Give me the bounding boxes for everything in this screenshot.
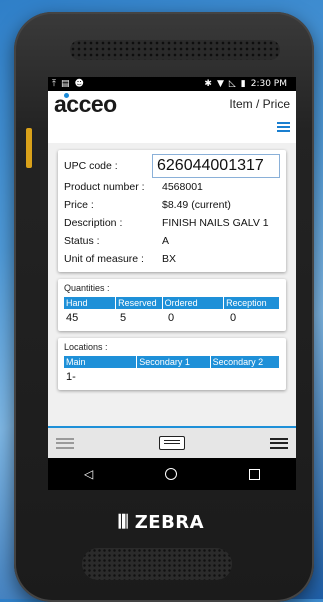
ordered-value: 0 xyxy=(168,312,175,324)
home-icon[interactable] xyxy=(165,468,178,480)
unit-label: Unit of measure : xyxy=(64,253,144,265)
status-label: Status : xyxy=(64,235,100,247)
product-number-label: Product number : xyxy=(64,181,145,193)
bluetooth-icon: ✱ xyxy=(204,79,212,89)
reception-value: 0 xyxy=(230,312,237,324)
zebra-brand-text: ZEBRA xyxy=(134,512,205,533)
locations-header: Main Secondary 1 Secondary 2 xyxy=(64,356,280,368)
col-reception: Reception xyxy=(224,297,280,309)
quantities-card: Quantities : Hand Reserved Ordered Recep… xyxy=(58,279,286,331)
status-row: Status : A xyxy=(64,232,280,250)
secondary-1-value xyxy=(140,371,212,383)
upc-row: UPC code : xyxy=(64,154,280,178)
signal-icon: ◺ xyxy=(228,79,236,89)
zebra-mark-icon: 𝄃𝄃 xyxy=(118,512,135,533)
col-ordered: Ordered xyxy=(162,297,225,309)
upc-label: UPC code : xyxy=(64,160,118,172)
back-icon[interactable]: ◁ xyxy=(84,467,93,481)
product-number-row: Product number : 4568001 xyxy=(64,178,280,196)
quantities-values: 45 5 0 0 xyxy=(64,309,280,327)
status-time: 2:30 PM xyxy=(250,79,287,89)
menu-row xyxy=(48,117,296,137)
col-secondary-2: Secondary 2 xyxy=(210,356,280,368)
price-row: Price : $8.49 (current) xyxy=(64,196,280,214)
locations-values: 1- xyxy=(64,368,280,386)
recents-icon[interactable] xyxy=(249,468,261,480)
item-card: UPC code : Product number : 4568001 Pric… xyxy=(58,150,286,272)
app-header: acceo Item / Price xyxy=(48,91,296,117)
col-hand: Hand xyxy=(64,297,117,309)
sim-icon: ▤ xyxy=(60,79,70,89)
hand-value: 45 xyxy=(66,312,79,324)
upc-input[interactable] xyxy=(152,154,280,178)
price-value: $8.49 (current) xyxy=(162,199,231,211)
battery-icon: ▮ xyxy=(240,79,246,89)
col-secondary-1: Secondary 1 xyxy=(137,356,211,368)
status-right-icons: ✱ ▼ ◺ ▮ 2:30 PM xyxy=(204,79,292,89)
locations-card: Locations : Main Secondary 1 Secondary 2… xyxy=(58,338,286,390)
logo-dot xyxy=(64,92,69,98)
right-menu-icon[interactable] xyxy=(270,437,288,449)
description-value: FINISH NAILS GALV 1 xyxy=(162,217,269,229)
status-bar: ⤒ ▤ ☻ ✱ ▼ ◺ ▮ 2:30 PM xyxy=(48,77,296,91)
zebra-logo: 𝄃𝄃 ZEBRA xyxy=(0,512,323,533)
menu-icon[interactable] xyxy=(277,122,290,132)
status-left-icons: ⤒ ▤ ☻ xyxy=(52,79,89,89)
status-value: A xyxy=(162,235,170,247)
main-content: UPC code : Product number : 4568001 Pric… xyxy=(48,143,296,428)
col-main: Main xyxy=(64,356,138,368)
locations-title: Locations : xyxy=(64,342,108,352)
android-debug-icon: ☻ xyxy=(74,79,84,89)
unit-value: BX xyxy=(162,253,177,265)
keyboard-icon[interactable] xyxy=(159,436,185,450)
screen: ⤒ ▤ ☻ ✱ ▼ ◺ ▮ 2:30 PM acceo Item / Price UPC c… xyxy=(48,77,296,490)
quantities-title: Quantities : xyxy=(64,283,110,293)
description-row: Description : FINISH NAILS GALV 1 xyxy=(64,214,280,232)
upload-icon: ⤒ xyxy=(52,79,56,89)
page-title: Item / Price xyxy=(229,97,290,111)
wifi-icon: ▼ xyxy=(216,79,224,89)
main-location-value: 1- xyxy=(66,371,76,383)
reserved-value: 5 xyxy=(120,312,127,324)
col-reserved: Reserved xyxy=(116,297,163,309)
side-scan-button[interactable] xyxy=(26,128,32,168)
unit-row: Unit of measure : BX xyxy=(64,250,280,268)
quantities-header: Hand Reserved Ordered Reception xyxy=(64,297,280,309)
secondary-2-value xyxy=(212,371,278,383)
bottom-toolbar xyxy=(48,426,296,458)
app-logo: acceo xyxy=(54,91,117,118)
bottom-speaker-grille xyxy=(82,548,232,580)
left-menu-icon[interactable] xyxy=(56,437,74,449)
price-label: Price : xyxy=(64,199,94,211)
top-speaker xyxy=(70,40,280,60)
product-number-value: 4568001 xyxy=(162,181,203,193)
system-nav-bar: ◁ xyxy=(48,458,296,490)
description-label: Description : xyxy=(64,217,123,229)
